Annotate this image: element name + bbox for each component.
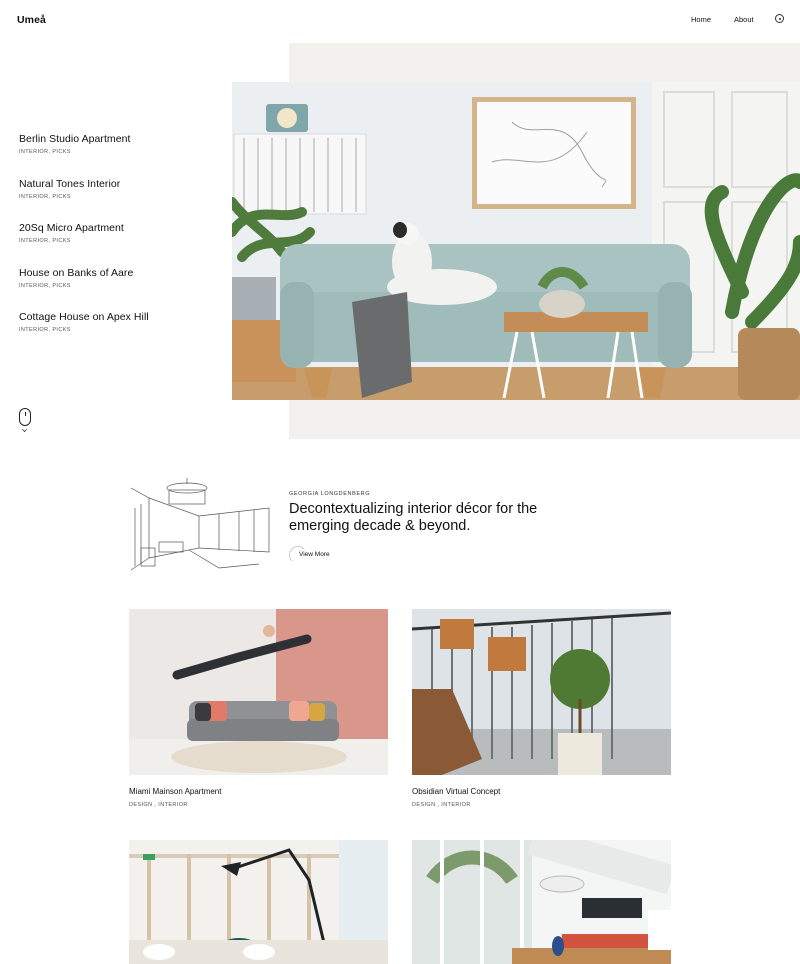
portfolio-card-miami[interactable]: Miami Mainson Apartment DESIGN , INTERIO… xyxy=(129,609,388,808)
site-logo[interactable]: Umeå xyxy=(17,14,46,26)
miami-apartment-image xyxy=(129,609,388,775)
menu-toggle-icon[interactable] xyxy=(775,14,784,23)
view-more-button[interactable]: View More xyxy=(289,546,589,564)
project-title[interactable]: House on Banks of Aare xyxy=(19,267,219,279)
card-image[interactable] xyxy=(129,609,388,775)
nav-home-link[interactable]: Home xyxy=(691,15,711,24)
portfolio-card-3[interactable] xyxy=(129,840,388,964)
intro-heading: Decontextualizing interior décor for the… xyxy=(289,501,589,534)
office-interior-image xyxy=(129,840,388,964)
card-image[interactable] xyxy=(412,840,671,964)
project-list: Berlin Studio Apartment INTERIOR, PICKS … xyxy=(19,133,219,356)
intro-section: GEORGIA LONGDENBERG Decontextualizing in… xyxy=(289,491,589,564)
scroll-down-icon[interactable] xyxy=(19,408,31,432)
card-title[interactable]: Obsidian Virtual Concept xyxy=(412,787,671,796)
site-header: Umeå Home About xyxy=(0,0,800,42)
sketch-drawing xyxy=(130,478,270,571)
portfolio-card-4[interactable] xyxy=(412,840,671,964)
project-item-aare[interactable]: House on Banks of Aare INTERIOR, PICKS xyxy=(19,267,219,312)
project-item-berlin[interactable]: Berlin Studio Apartment INTERIOR, PICKS xyxy=(19,133,219,178)
interior-sketch-image xyxy=(129,478,271,574)
project-tags: INTERIOR, PICKS xyxy=(19,193,71,200)
project-title[interactable]: Berlin Studio Apartment xyxy=(19,133,219,145)
living-room-illustration xyxy=(232,82,800,400)
card-tags: DESIGN , INTERIOR xyxy=(129,802,188,808)
intro-heading-line2: emerging decade & beyond. xyxy=(289,517,471,534)
chevron-down-icon xyxy=(22,427,27,432)
obsidian-concept-image xyxy=(412,609,671,775)
intro-heading-line1: Decontextualizing interior décor for the xyxy=(289,501,538,517)
project-tags: INTERIOR, PICKS xyxy=(19,149,71,155)
project-title[interactable]: 20Sq Micro Apartment xyxy=(19,222,219,234)
card-title[interactable]: Miami Mainson Apartment xyxy=(129,787,388,796)
view-more-label: View More xyxy=(299,551,330,558)
card-tags: DESIGN , INTERIOR xyxy=(412,802,471,808)
project-item-micro-apartment[interactable]: 20Sq Micro Apartment INTERIOR, PICKS xyxy=(19,222,219,267)
project-tags: INTERIOR, PICKS xyxy=(19,327,71,334)
mouse-icon xyxy=(19,408,31,426)
hero-image[interactable] xyxy=(232,82,800,400)
project-tags: INTERIOR, PICKS xyxy=(19,238,71,245)
nav-about-link[interactable]: About xyxy=(734,15,754,24)
project-title[interactable]: Natural Tones Interior xyxy=(19,178,219,190)
card-image[interactable] xyxy=(412,609,671,775)
project-title[interactable]: Cottage House on Apex Hill xyxy=(19,311,219,323)
project-tags: INTERIOR, PICKS xyxy=(19,282,71,289)
project-item-natural-tones[interactable]: Natural Tones Interior INTERIOR, PICKS xyxy=(19,178,219,223)
project-item-cottage[interactable]: Cottage House on Apex Hill INTERIOR, PIC… xyxy=(19,311,219,356)
portfolio-card-obsidian[interactable]: Obsidian Virtual Concept DESIGN , INTERI… xyxy=(412,609,671,808)
card-image[interactable] xyxy=(129,840,388,964)
kitchen-interior-image xyxy=(412,840,671,964)
intro-author: GEORGIA LONGDENBERG xyxy=(289,491,371,497)
